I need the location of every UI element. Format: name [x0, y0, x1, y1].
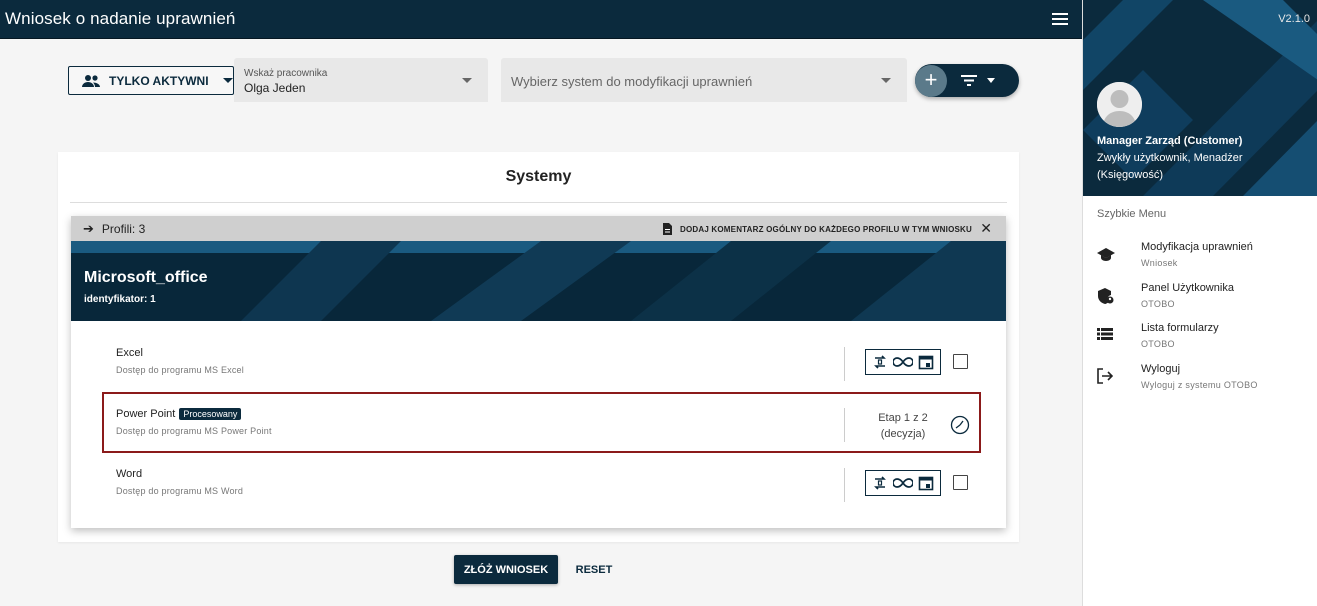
user-icon	[1097, 82, 1142, 127]
row-separator	[844, 468, 845, 502]
avatar[interactable]	[1097, 82, 1142, 127]
employee-select-value: Olga Jeden	[244, 81, 306, 95]
filter-icon	[961, 75, 977, 86]
calendar-icon[interactable]	[918, 354, 934, 370]
row-separator	[844, 408, 845, 442]
profile-row-excel: Excel Dostęp do programu MS Excel	[71, 341, 1006, 397]
employee-select[interactable]: Wskaż pracownika Olga Jeden	[234, 58, 488, 102]
profile-row-word: Word Dostęp do programu MS Word	[71, 462, 1006, 518]
profile-name-text: Excel	[116, 347, 143, 359]
active-only-label: TYLKO AKTYWNI	[109, 73, 209, 88]
process-stage: Etap 1 z 2 (decyzja)	[861, 410, 945, 442]
sidebar-item-label: Modyfikacja uprawnień	[1141, 241, 1253, 253]
user-info: Manager Zarząd (Customer) Zwykły użytkow…	[1097, 133, 1243, 184]
user-role: Zwykły użytkownik, Menadżer	[1097, 152, 1243, 164]
active-only-button[interactable]: TYLKO AKTYWNI	[68, 66, 234, 95]
profiles-count: Profili: 3	[101, 221, 146, 236]
link-icon[interactable]	[892, 356, 913, 368]
sidebar-item-sublabel: OTOBO	[1141, 339, 1175, 349]
profile-checkbox[interactable]	[953, 475, 968, 490]
app-header: Wniosek o nadanie uprawnień	[0, 0, 1082, 39]
system-banner: Microsoft_office identyfikator: 1	[71, 241, 1006, 321]
sidebar-item-permission-modification[interactable]: Modyfikacja uprawnień Wniosek	[1083, 240, 1317, 276]
reset-button[interactable]: RESET	[571, 555, 617, 584]
sidebar-item-sublabel: Wyloguj z systemu OTOBO	[1141, 380, 1258, 390]
chevron-down-icon	[987, 78, 995, 83]
system-name: Microsoft_office	[84, 269, 208, 286]
add-general-comment-label: DODAJ KOMENTARZ OGÓLNY DO KAŻDEGO PROFIL…	[679, 224, 972, 234]
close-icon[interactable]: ✕	[980, 220, 992, 237]
profile-options	[865, 349, 941, 375]
system-select-placeholder: Wybierz system do modyfikacji uprawnień	[511, 74, 753, 89]
sidebar-item-form-list[interactable]: Lista formularzy OTOBO	[1083, 321, 1317, 357]
sidebar-profile-header: V2.1.0 Manager Zarząd (Customer) Zwykły …	[1083, 0, 1317, 196]
system-panel: ➔ Profili: 3 DODAJ KOMENTARZ OGÓLNY DO K…	[71, 216, 1006, 528]
people-icon	[82, 74, 100, 87]
logout-icon	[1097, 368, 1113, 384]
sidebar-item-label: Panel Użytkownika	[1141, 282, 1234, 294]
status-badge: Procesowany	[179, 408, 242, 420]
quick-menu-label: Szybkie Menu	[1097, 208, 1167, 220]
profile-name: Word	[116, 468, 142, 480]
shield-user-icon	[1098, 288, 1114, 304]
profile-options	[865, 470, 941, 496]
system-identifier: identyfikator: 1	[84, 294, 156, 305]
sidebar-item-logout[interactable]: Wyloguj Wyloguj z systemu OTOBO	[1083, 362, 1317, 398]
clock-icon	[950, 415, 970, 435]
profile-name-text: Word	[116, 468, 143, 480]
swap-icon[interactable]	[872, 475, 888, 491]
employee-select-label: Wskaż pracownika	[244, 68, 328, 79]
sidebar-item-label: Lista formularzy	[1141, 322, 1219, 334]
system-select[interactable]: Wybierz system do modyfikacji uprawnień	[501, 58, 907, 102]
sidebar-item-label: Wyloguj	[1141, 363, 1181, 375]
swap-icon[interactable]	[872, 354, 888, 370]
graduation-cap-icon	[1097, 248, 1115, 261]
add-general-comment-button[interactable]: DODAJ KOMENTARZ OGÓLNY DO KAŻDEGO PROFIL…	[662, 223, 972, 235]
app-version: V2.1.0	[1278, 13, 1310, 25]
sidebar: V2.1.0 Manager Zarząd (Customer) Zwykły …	[1082, 0, 1317, 606]
profile-checkbox[interactable]	[953, 354, 968, 369]
chevron-down-icon	[222, 78, 233, 83]
sidebar-item-user-panel[interactable]: Panel Użytkownika OTOBO	[1083, 281, 1317, 317]
sidebar-item-sublabel: OTOBO	[1141, 299, 1175, 309]
add-button[interactable]: +	[915, 64, 947, 97]
profile-description: Dostęp do programu MS Word	[116, 486, 244, 496]
user-department: (Księgowość)	[1097, 169, 1164, 181]
document-icon	[662, 223, 672, 235]
calendar-icon[interactable]	[918, 475, 934, 491]
link-icon[interactable]	[892, 477, 913, 489]
systems-heading: Systemy	[505, 168, 572, 185]
banner-decoration	[71, 241, 1006, 321]
profile-row-power-point: Power Point Procesowany Dostęp do program…	[71, 402, 1006, 458]
profile-name-text: Power Point	[116, 408, 176, 420]
filter-menu-button[interactable]	[961, 75, 995, 86]
chevron-down-icon	[462, 78, 472, 83]
stage-type: (decyzja)	[880, 428, 926, 440]
arrow-right-icon[interactable]: ➔	[83, 221, 94, 237]
submit-request-button[interactable]: ZŁÓŻ WNIOSEK	[454, 555, 558, 584]
menu-icon[interactable]	[1052, 13, 1068, 25]
divider	[70, 202, 1007, 203]
list-icon	[1097, 328, 1113, 340]
chevron-down-icon	[881, 78, 891, 83]
sidebar-item-sublabel: Wniosek	[1141, 258, 1178, 268]
page-title: Wniosek o nadanie uprawnień	[5, 9, 236, 28]
panel-header: ➔ Profili: 3 DODAJ KOMENTARZ OGÓLNY DO K…	[71, 216, 1006, 241]
profile-name: Excel	[116, 347, 143, 359]
profile-description: Dostęp do programu MS Power Point	[116, 426, 272, 436]
profile-description: Dostęp do programu MS Excel	[116, 365, 244, 375]
action-pill: +	[915, 64, 1019, 97]
stage-step: Etap 1 z 2	[878, 412, 928, 424]
profile-name: Power Point Procesowany	[116, 408, 242, 420]
row-separator	[844, 347, 845, 381]
user-name: Manager Zarząd (Customer)	[1097, 135, 1243, 147]
